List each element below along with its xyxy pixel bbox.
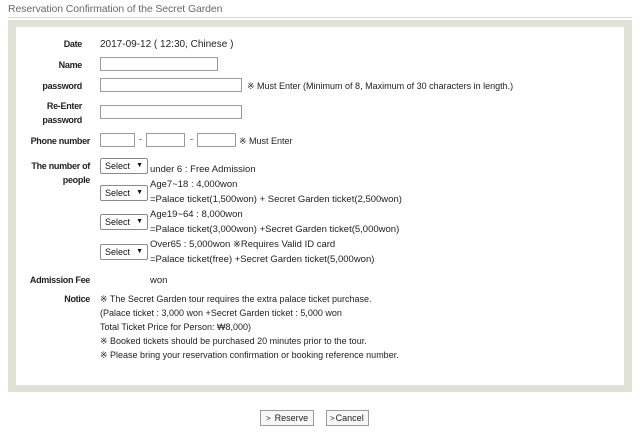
name-label: Name bbox=[58, 60, 83, 70]
form-panel: Date 2017-09-12 ( 12:30, Chinese ) Name … bbox=[8, 20, 632, 392]
admission-fee-unit: won bbox=[150, 275, 168, 286]
chevron-right-icon: > bbox=[330, 414, 335, 423]
select-value: Select bbox=[105, 188, 131, 198]
chevron-down-icon: ▼ bbox=[136, 162, 143, 169]
tier-over65-line2: =Palace ticket(free) +Secret Garden tick… bbox=[150, 254, 375, 265]
phone-label: Phone number bbox=[30, 136, 91, 146]
password-label: password bbox=[42, 81, 82, 91]
chevron-down-icon: ▼ bbox=[136, 189, 143, 196]
tier-under6-line1: under 6 : Free Admission bbox=[150, 164, 256, 175]
notice-label: Notice bbox=[64, 294, 90, 304]
password-input[interactable] bbox=[100, 78, 242, 92]
under6-count-select[interactable]: Select ▼ bbox=[100, 158, 148, 174]
people-label-line1: The number of bbox=[31, 161, 90, 171]
admission-fee-value bbox=[100, 273, 148, 287]
tier-age19-64-line2: =Palace ticket(3,000won) +Secret Garden … bbox=[150, 224, 400, 235]
phone-dash-2: - bbox=[190, 134, 194, 145]
notice-line: ※ Please bring your reservation confirma… bbox=[100, 350, 399, 360]
age19-64-count-select[interactable]: Select ▼ bbox=[100, 214, 148, 230]
cancel-button-label: Cancel bbox=[335, 413, 364, 423]
phone-dash-1: - bbox=[139, 134, 143, 145]
reserve-button-label: Reserve bbox=[274, 413, 309, 423]
tier-age7-18-line2: =Palace ticket(1,500won) + Secret Garden… bbox=[150, 194, 402, 205]
phone-part2-input[interactable] bbox=[146, 133, 185, 147]
notice-line: ※ The Secret Garden tour requires the ex… bbox=[100, 294, 372, 304]
notice-line: ※ Booked tickets should be purchased 20 … bbox=[100, 336, 367, 346]
reserve-button[interactable]: > Reserve bbox=[260, 410, 315, 426]
admission-fee-label: Admission Fee bbox=[29, 275, 90, 285]
phone-must-enter-note: ※ Must Enter bbox=[239, 136, 293, 146]
cancel-button[interactable]: >Cancel bbox=[326, 410, 369, 426]
tier-age7-18-line1: Age7~18 : 4,000won bbox=[150, 179, 238, 190]
reenter-label-line2: password bbox=[42, 115, 82, 125]
people-label-line2: people bbox=[62, 175, 91, 185]
notice-line: (Palace ticket : 3,000 won +Secret Garde… bbox=[100, 308, 342, 318]
phone-part1-input[interactable] bbox=[100, 133, 135, 147]
password-must-enter-note: ※ Must Enter (Minimum of 8, Maximum of 3… bbox=[247, 81, 514, 91]
page-title: Reservation Confirmation of the Secret G… bbox=[8, 3, 223, 15]
reenter-password-input[interactable] bbox=[100, 105, 242, 119]
reenter-label-line1: Re-Enter bbox=[46, 101, 82, 111]
tier-over65-line1: Over65 : 5,000won ※Requires Valid ID car… bbox=[150, 239, 336, 250]
select-value: Select bbox=[105, 247, 131, 257]
title-divider bbox=[8, 17, 632, 18]
age7-18-count-select[interactable]: Select ▼ bbox=[100, 185, 148, 201]
chevron-down-icon: ▼ bbox=[136, 248, 143, 255]
date-value: 2017-09-12 ( 12:30, Chinese ) bbox=[100, 39, 234, 50]
form-inner: Date 2017-09-12 ( 12:30, Chinese ) Name … bbox=[16, 27, 624, 385]
chevron-right-icon: > bbox=[266, 414, 271, 423]
select-value: Select bbox=[105, 161, 131, 171]
tier-age19-64-line1: Age19~64 : 8,000won bbox=[150, 209, 243, 220]
chevron-down-icon: ▼ bbox=[136, 218, 143, 225]
notice-line: Total Ticket Price for Person: ₩8,000) bbox=[100, 322, 252, 332]
phone-part3-input[interactable] bbox=[197, 133, 236, 147]
select-value: Select bbox=[105, 217, 131, 227]
name-input[interactable] bbox=[100, 57, 218, 71]
over65-count-select[interactable]: Select ▼ bbox=[100, 244, 148, 260]
date-label: Date bbox=[63, 39, 83, 49]
